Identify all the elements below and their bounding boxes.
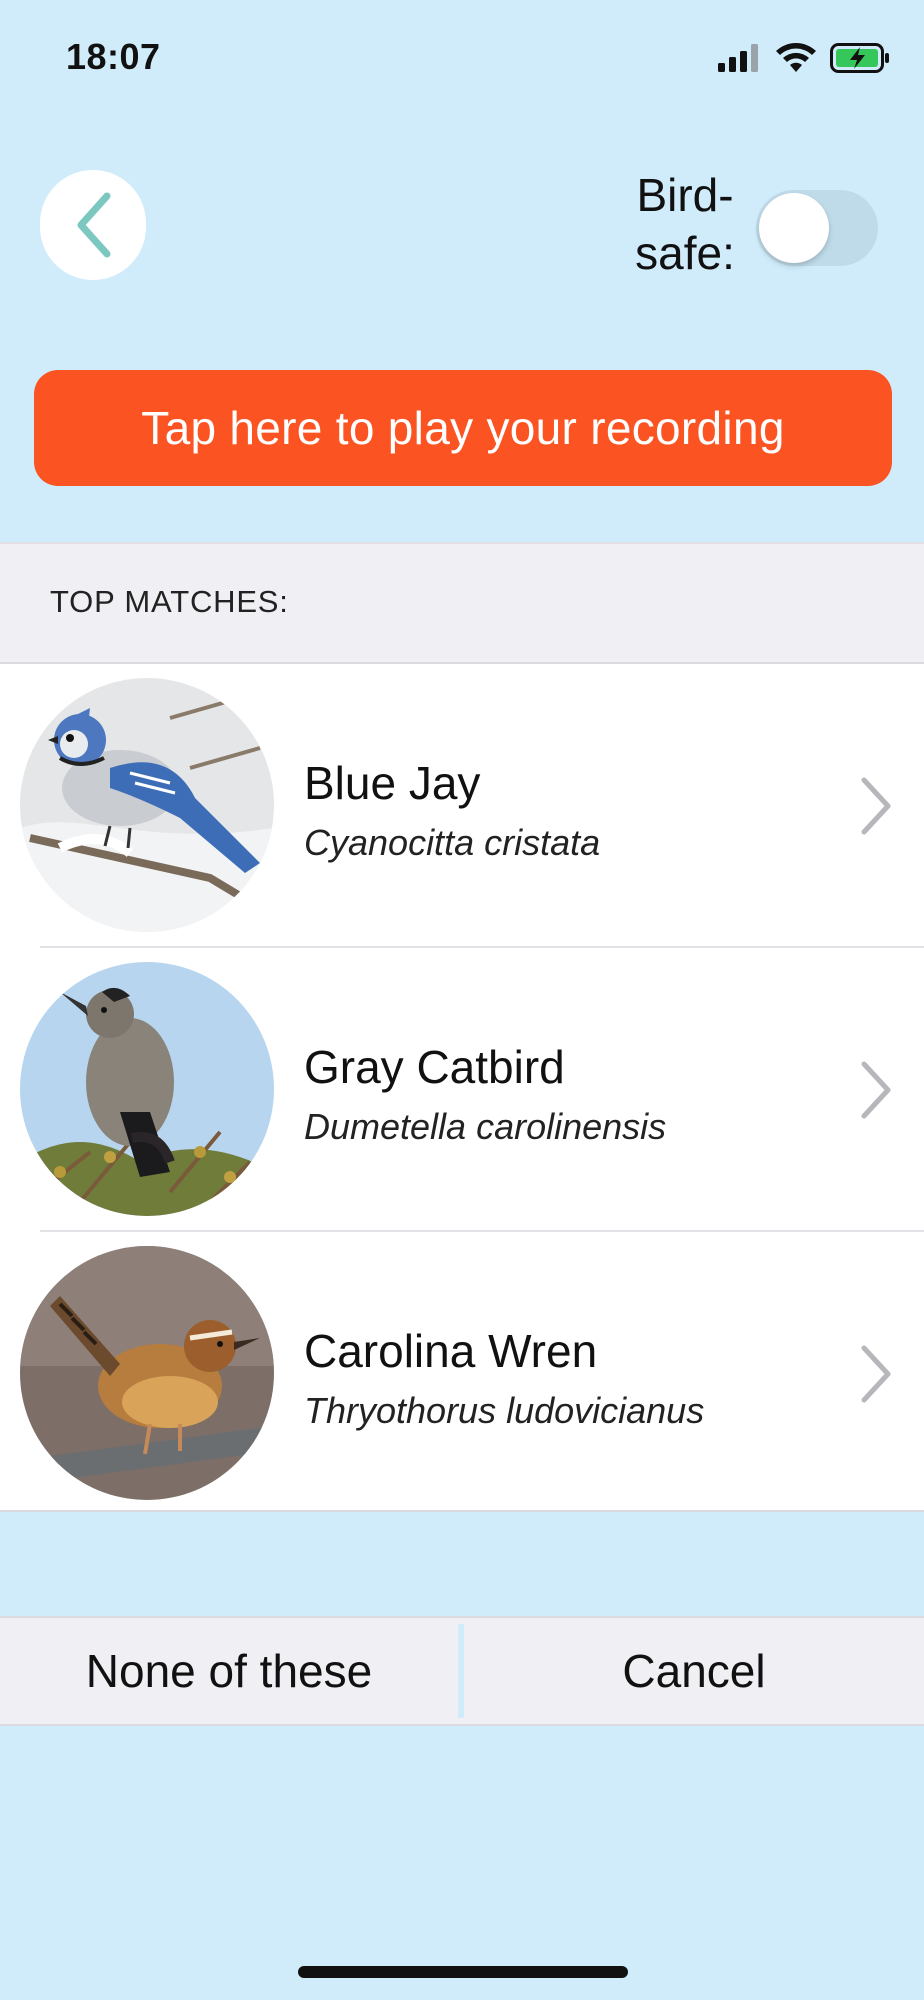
list-item-carolina-wren[interactable]: Carolina Wren Thryothorus ludovicianus — [0, 1232, 924, 1516]
birdsafe-toggle[interactable] — [756, 190, 878, 266]
list-item-gray-catbird[interactable]: Gray Catbird Dumetella carolinensis — [0, 948, 924, 1232]
gray-catbird-photo — [20, 962, 274, 1216]
status-bar: 18:07 — [0, 0, 924, 110]
bird-name: Blue Jay — [304, 757, 481, 809]
play-recording-button[interactable]: Tap here to play your recording — [34, 370, 892, 486]
wifi-icon — [776, 43, 816, 72]
birdsafe-label-line2: safe: — [635, 227, 735, 279]
cellular-signal-icon — [718, 44, 758, 72]
chevron-right-icon — [861, 1061, 891, 1119]
top-matches-heading: TOP MATCHES: — [50, 584, 289, 619]
carolina-wren-photo — [20, 1246, 274, 1500]
chevron-right-icon — [861, 1345, 891, 1403]
home-indicator[interactable] — [298, 1966, 628, 1978]
bird-scientific-name: Cyanocitta cristata — [304, 822, 601, 863]
back-button[interactable] — [40, 170, 146, 280]
section-header: TOP MATCHES: — [0, 542, 924, 664]
list-item-blue-jay[interactable]: Blue Jay Cyanocitta cristata — [0, 664, 924, 948]
toggle-knob — [759, 193, 829, 263]
none-of-these-button[interactable]: None of these — [0, 1618, 458, 1724]
bird-scientific-name: Thryothorus ludovicianus — [304, 1390, 705, 1431]
blue-jay-photo — [20, 678, 274, 932]
status-icons — [718, 40, 890, 76]
chevron-left-icon — [77, 192, 111, 258]
bird-name: Gray Catbird — [304, 1041, 565, 1093]
bottom-action-bar: None of these Cancel — [0, 1616, 924, 1726]
birdsafe-label-line1: Bird- — [636, 169, 734, 221]
match-list: Blue Jay Cyanocitta cristata Gray Catbir… — [0, 664, 924, 1512]
birdsafe-label: Bird- safe: — [620, 166, 750, 282]
cancel-button[interactable]: Cancel — [464, 1618, 924, 1724]
chevron-right-icon — [861, 777, 891, 835]
screen: 18:07 Bird- safe: Tap here to play your … — [0, 0, 924, 2000]
status-time: 18:07 — [66, 36, 161, 77]
battery-charging-icon — [830, 43, 889, 73]
bird-scientific-name: Dumetella carolinensis — [304, 1106, 667, 1147]
bird-name: Carolina Wren — [304, 1325, 598, 1377]
